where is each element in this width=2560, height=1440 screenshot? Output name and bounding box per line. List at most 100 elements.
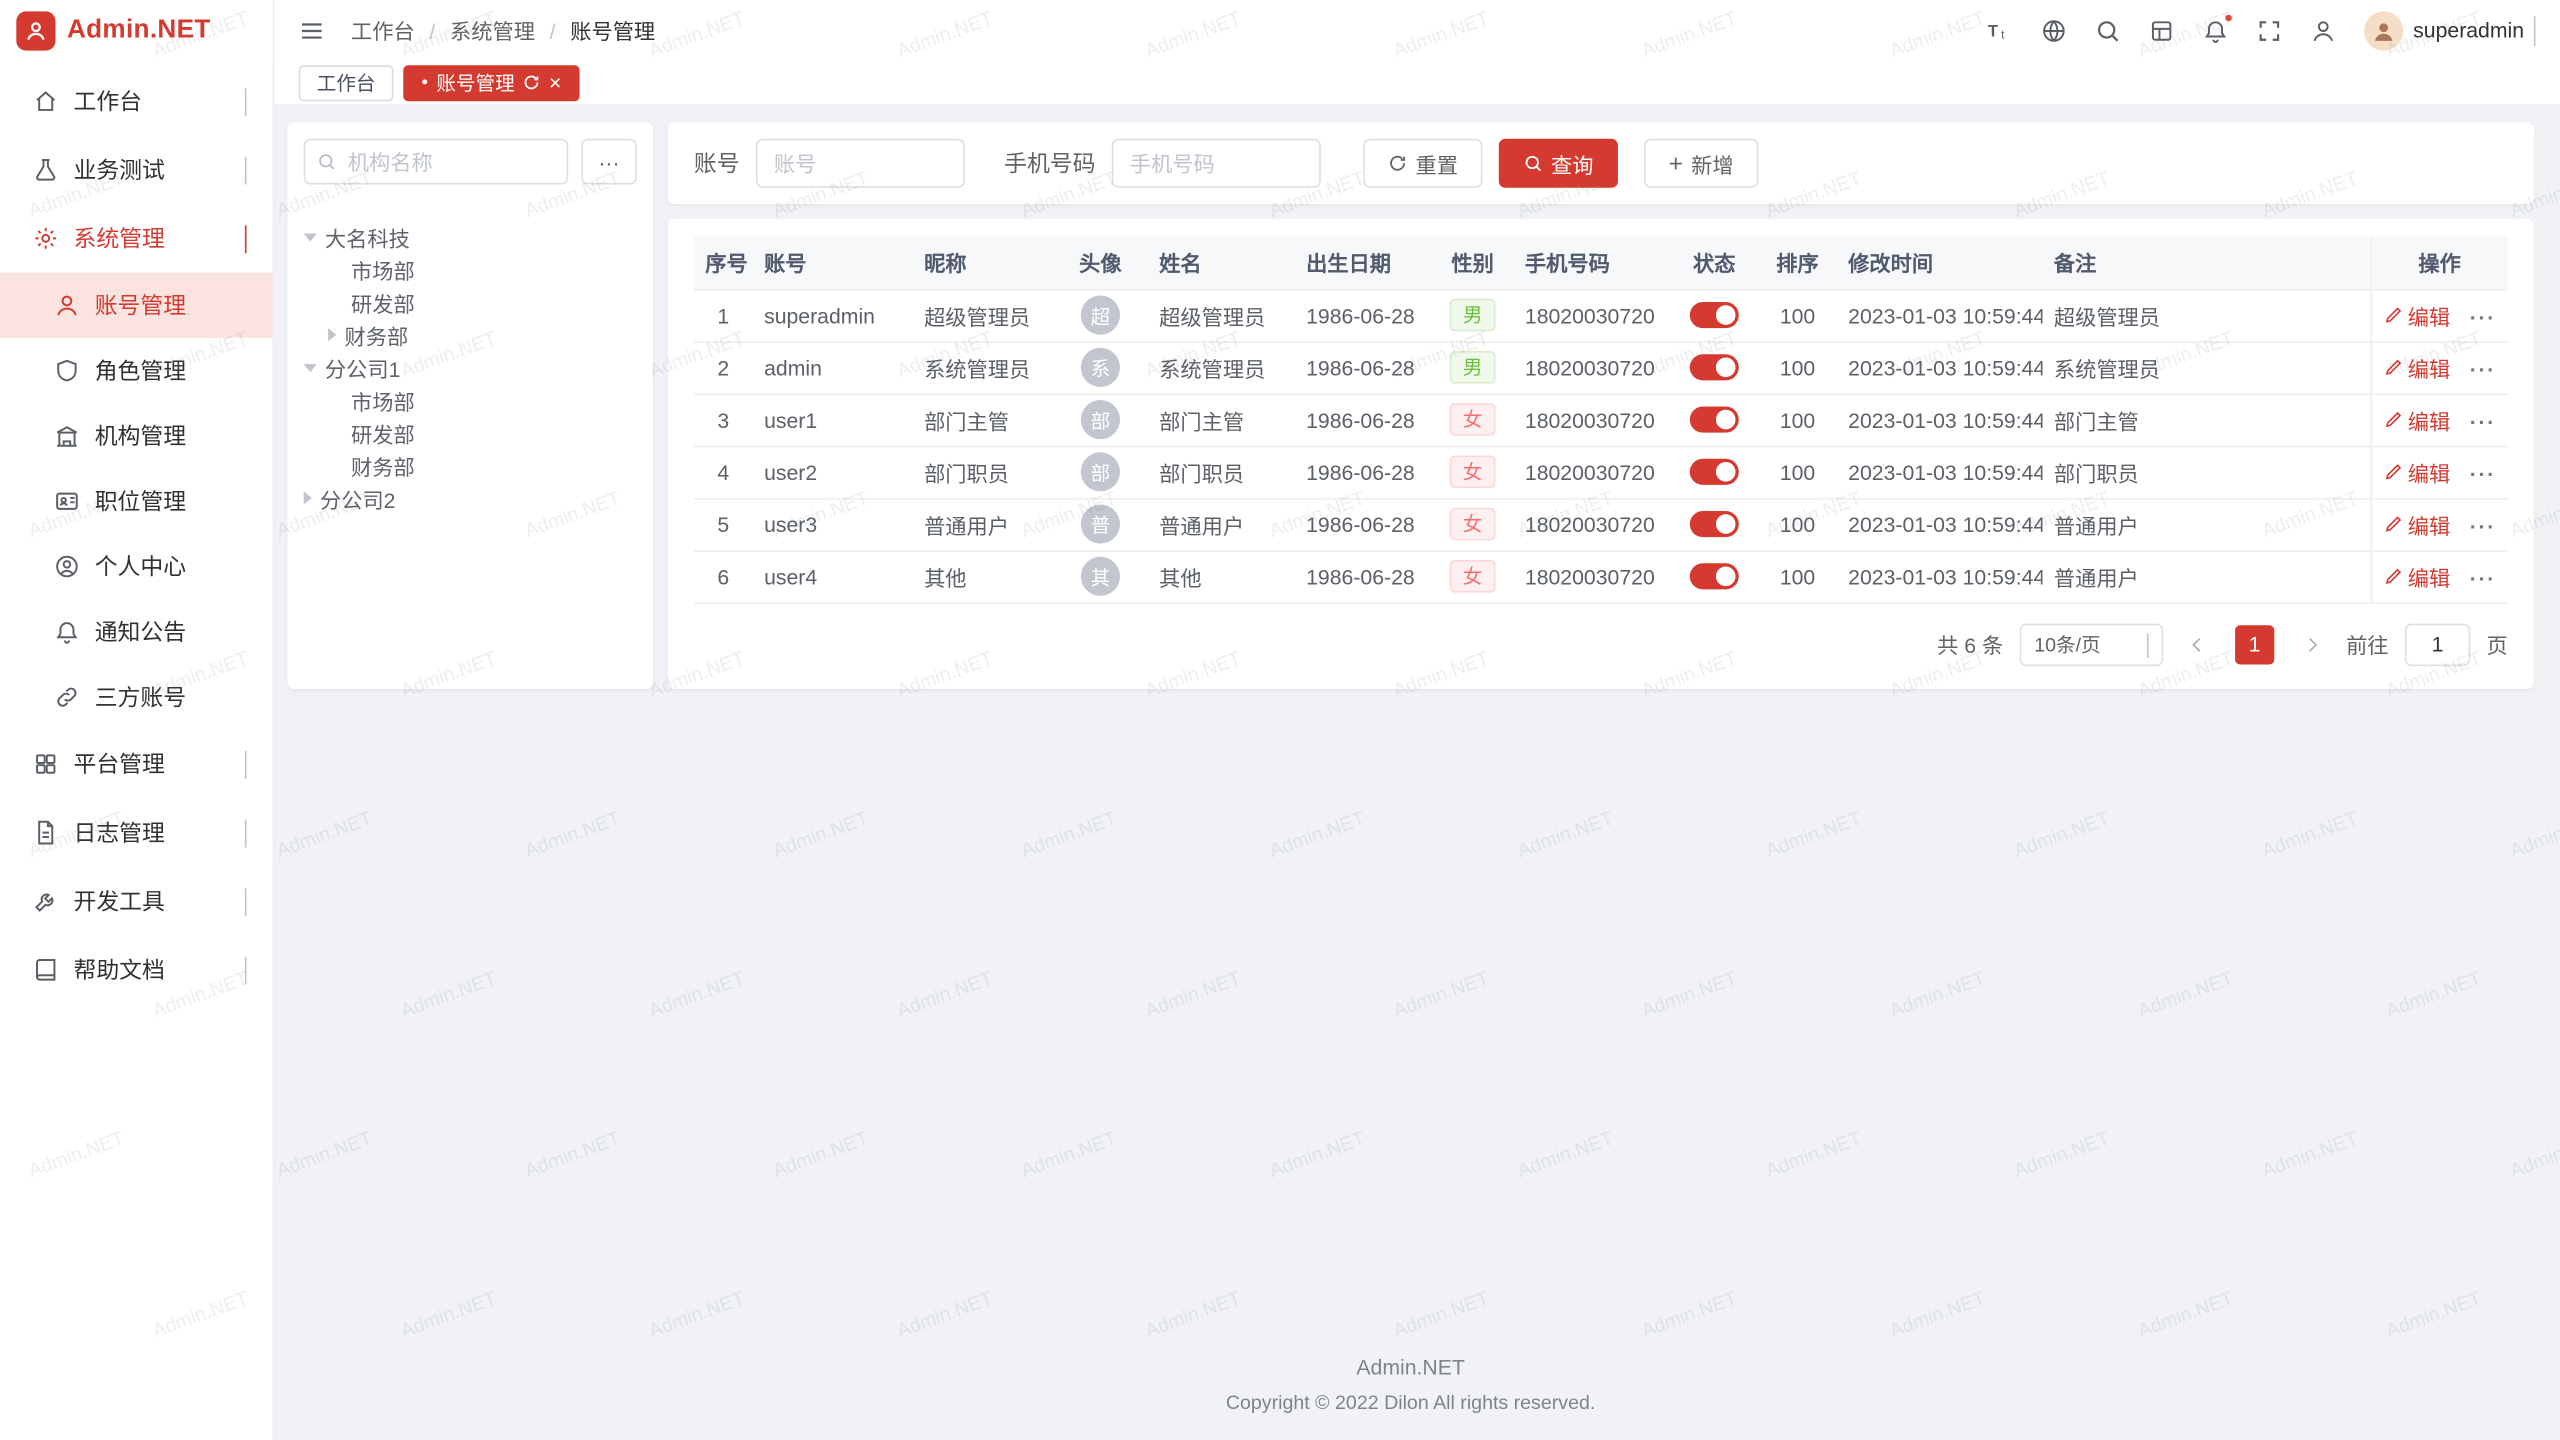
status-toggle[interactable]: [1690, 511, 1739, 537]
row-more-button[interactable]: ···: [2470, 305, 2496, 329]
tree-node[interactable]: 研发部: [304, 416, 637, 449]
gender-tag: 女: [1450, 508, 1496, 541]
add-button[interactable]: + 新增: [1644, 139, 1758, 188]
username: superadmin: [2413, 18, 2524, 42]
sidebar-item-help-docs[interactable]: 帮助文档: [0, 936, 273, 1005]
bell-icon: [54, 619, 80, 645]
current-page[interactable]: 1: [2235, 624, 2274, 663]
sidebar-item-label: 开发工具: [73, 885, 230, 918]
page-size-select[interactable]: 10条/页: [2020, 623, 2164, 665]
sidebar-item-system-management[interactable]: 系统管理: [0, 204, 273, 273]
pagination: 共 6 条 10条/页 1 前往 页: [694, 623, 2508, 665]
col-index: 序号: [694, 237, 753, 289]
row-more-button[interactable]: ···: [2470, 462, 2496, 486]
theme-icon[interactable]: [2149, 17, 2175, 43]
sidebar-item-role-management[interactable]: 角色管理: [0, 338, 273, 403]
search-icon[interactable]: [2095, 17, 2121, 43]
breadcrumb-item[interactable]: 系统管理: [415, 15, 535, 46]
table-row: 2 admin 系统管理员 系 系统管理员 1986-06-28 男 18020…: [694, 341, 2508, 393]
tree-node[interactable]: 分公司1: [304, 351, 637, 384]
tree-node[interactable]: 分公司2: [304, 482, 637, 515]
search-button[interactable]: 查询: [1499, 139, 1618, 188]
svg-text:t: t: [2001, 27, 2005, 41]
table-row: 3 user1 部门主管 部 部门主管 1986-06-28 女 1802003…: [694, 393, 2508, 445]
caret-down-icon[interactable]: [304, 233, 317, 241]
status-toggle[interactable]: [1690, 564, 1739, 590]
tree-node-label: 财务部: [344, 319, 408, 350]
edit-button[interactable]: 编辑: [2383, 456, 2450, 487]
tree-node[interactable]: 市场部: [304, 384, 637, 417]
edit-button[interactable]: 编辑: [2383, 561, 2450, 592]
brand-logo-icon: [16, 11, 55, 50]
table-row: 4 user2 部门职员 部 部门职员 1986-06-28 女 1802003…: [694, 446, 2508, 498]
tree-node-label: 分公司1: [325, 352, 400, 383]
notification-icon[interactable]: [2203, 17, 2229, 43]
goto-page-input[interactable]: [2405, 623, 2470, 665]
status-toggle[interactable]: [1690, 303, 1739, 329]
globe-icon[interactable]: [2041, 17, 2067, 43]
sidebar-item-business-test[interactable]: 业务测试: [0, 136, 273, 205]
row-more-button[interactable]: ···: [2470, 358, 2496, 382]
user-menu[interactable]: superadmin: [2364, 11, 2535, 50]
sidebar-item-position-management[interactable]: 职位管理: [0, 469, 273, 534]
profile-icon[interactable]: [2310, 17, 2336, 43]
chevron-down-icon: [2534, 16, 2536, 45]
next-page-button[interactable]: [2291, 624, 2330, 663]
sidebar-menu: 工作台 业务测试 系统管理 账号管理 角色管理: [0, 60, 273, 1004]
breadcrumb-item: 账号管理: [535, 15, 655, 46]
footer-copyright: Copyright © 2022 Dilon All rights reserv…: [287, 1391, 2534, 1414]
sidebar-item-third-party-account[interactable]: 三方账号: [0, 664, 273, 729]
org-search-input[interactable]: [304, 139, 568, 185]
tab-workbench[interactable]: 工作台: [299, 64, 394, 100]
phone-input[interactable]: [1112, 139, 1321, 188]
status-toggle[interactable]: [1690, 459, 1739, 485]
sidebar-item-notice[interactable]: 通知公告: [0, 599, 273, 664]
edit-button[interactable]: 编辑: [2383, 352, 2450, 383]
edit-button[interactable]: 编辑: [2383, 404, 2450, 435]
pencil-icon: [2383, 410, 2403, 430]
search-icon: [1523, 153, 1543, 173]
wrench-icon: [33, 888, 59, 914]
sidebar-item-label: 工作台: [73, 85, 230, 118]
sidebar-item-platform-management[interactable]: 平台管理: [0, 730, 273, 799]
refresh-icon[interactable]: [523, 73, 541, 91]
sidebar-item-log-management[interactable]: 日志管理: [0, 798, 273, 867]
account-input[interactable]: [756, 139, 965, 188]
tree-node[interactable]: 财务部: [304, 318, 637, 351]
caret-right-icon[interactable]: [328, 328, 336, 341]
tree-node[interactable]: 大名科技: [304, 220, 637, 253]
org-more-button[interactable]: ···: [581, 139, 637, 185]
tree-node[interactable]: 财务部: [304, 449, 637, 482]
row-more-button[interactable]: ···: [2470, 514, 2496, 538]
sidebar-item-label: 平台管理: [73, 748, 230, 781]
tree-node-label: 研发部: [351, 417, 415, 448]
breadcrumb-item[interactable]: 工作台: [351, 15, 415, 46]
status-toggle[interactable]: [1690, 407, 1739, 433]
prev-page-button[interactable]: [2180, 624, 2219, 663]
goto-suffix: 页: [2487, 629, 2508, 660]
col-name: 姓名: [1148, 237, 1295, 289]
sidebar-item-dev-tools[interactable]: 开发工具: [0, 867, 273, 936]
row-more-button[interactable]: ···: [2470, 410, 2496, 434]
edit-button[interactable]: 编辑: [2383, 509, 2450, 540]
close-icon[interactable]: ×: [549, 72, 561, 93]
tree-node[interactable]: 市场部: [304, 253, 637, 286]
caret-down-icon[interactable]: [304, 363, 317, 371]
tree-node-label: 财务部: [351, 450, 415, 481]
status-toggle[interactable]: [1690, 355, 1739, 381]
reset-button[interactable]: 重置: [1363, 139, 1482, 188]
font-size-icon[interactable]: Tt: [1987, 17, 2013, 43]
chevron-down-icon: [245, 751, 247, 777]
fullscreen-icon[interactable]: [2256, 17, 2282, 43]
menu-collapse-button[interactable]: [299, 17, 325, 43]
sidebar-item-personal-center[interactable]: 个人中心: [0, 534, 273, 599]
sidebar-item-workbench[interactable]: 工作台: [0, 67, 273, 136]
caret-right-icon[interactable]: [304, 491, 312, 504]
sidebar-item-account-management[interactable]: 账号管理: [0, 273, 273, 338]
sidebar-item-org-management[interactable]: 机构管理: [0, 403, 273, 468]
row-more-button[interactable]: ···: [2470, 567, 2496, 591]
page-content: ··· 大名科技 市场部 研发部 财务部 分公司1 市场部 研发部 财务部 分公…: [274, 106, 2560, 1440]
tab-account-management[interactable]: ● 账号管理 ×: [403, 64, 579, 100]
edit-button[interactable]: 编辑: [2383, 300, 2450, 331]
tree-node[interactable]: 研发部: [304, 286, 637, 319]
